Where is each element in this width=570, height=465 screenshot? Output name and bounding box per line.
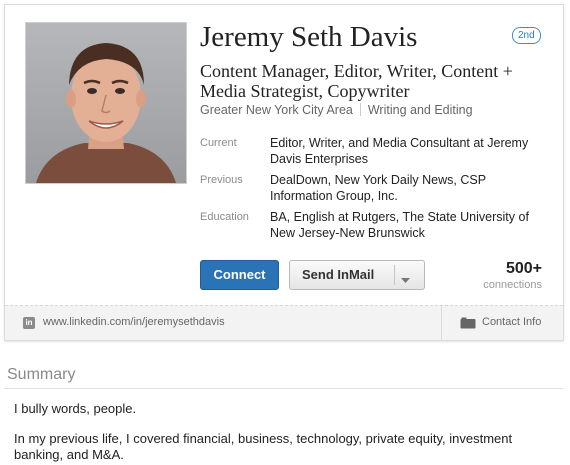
linkedin-icon: in <box>23 317 35 329</box>
send-inmail-label[interactable]: Send InMail <box>302 261 374 289</box>
profile-footer: in www.linkedin.com/in/jeremysethdavis C… <box>5 305 563 340</box>
profile-name: Jeremy Seth Davis <box>200 21 418 53</box>
connections-label: connections <box>483 279 542 291</box>
profile-photo <box>25 22 187 184</box>
send-inmail-button[interactable]: Send InMail <box>289 260 425 290</box>
summary-paragraph: I bully words, people. <box>14 401 137 416</box>
connect-button[interactable]: Connect <box>200 260 279 290</box>
divider <box>359 103 361 116</box>
previous-value[interactable]: DealDown, New York Daily News, CSP Infor… <box>270 172 550 204</box>
summary-heading: Summary <box>7 366 76 383</box>
chevron-down-icon[interactable] <box>401 272 410 287</box>
industry-link[interactable]: Writing and Editing <box>368 103 473 117</box>
contact-info-label[interactable]: Contact Info <box>482 316 541 328</box>
current-label: Current <box>200 137 237 149</box>
location-industry-line: Greater New York City Area Writing and Ed… <box>200 103 473 117</box>
summary-paragraph: In my previous life, I covered financial… <box>14 431 513 462</box>
address-book-icon <box>460 316 476 334</box>
button-divider <box>394 265 395 285</box>
education-label: Education <box>200 211 249 223</box>
public-profile-url[interactable]: www.linkedin.com/in/jeremysethdavis <box>43 316 225 328</box>
education-value[interactable]: BA, English at Rutgers, The State Univer… <box>270 209 550 241</box>
previous-label: Previous <box>200 174 243 186</box>
summary-divider <box>4 388 563 389</box>
connections-count: 500+ <box>505 260 542 277</box>
location-link[interactable]: Greater New York City Area <box>200 103 353 117</box>
profile-headline: Content Manager, Editor, Writer, Content… <box>200 61 513 101</box>
current-value[interactable]: Editor, Writer, and Media Consultant at … <box>270 135 550 167</box>
connection-degree-badge: 2nd <box>512 27 541 44</box>
avatar <box>26 23 186 183</box>
contact-info-button[interactable]: Contact Info <box>441 306 563 340</box>
profile-card: Jeremy Seth Davis 2nd Content Manager, E… <box>4 4 564 341</box>
